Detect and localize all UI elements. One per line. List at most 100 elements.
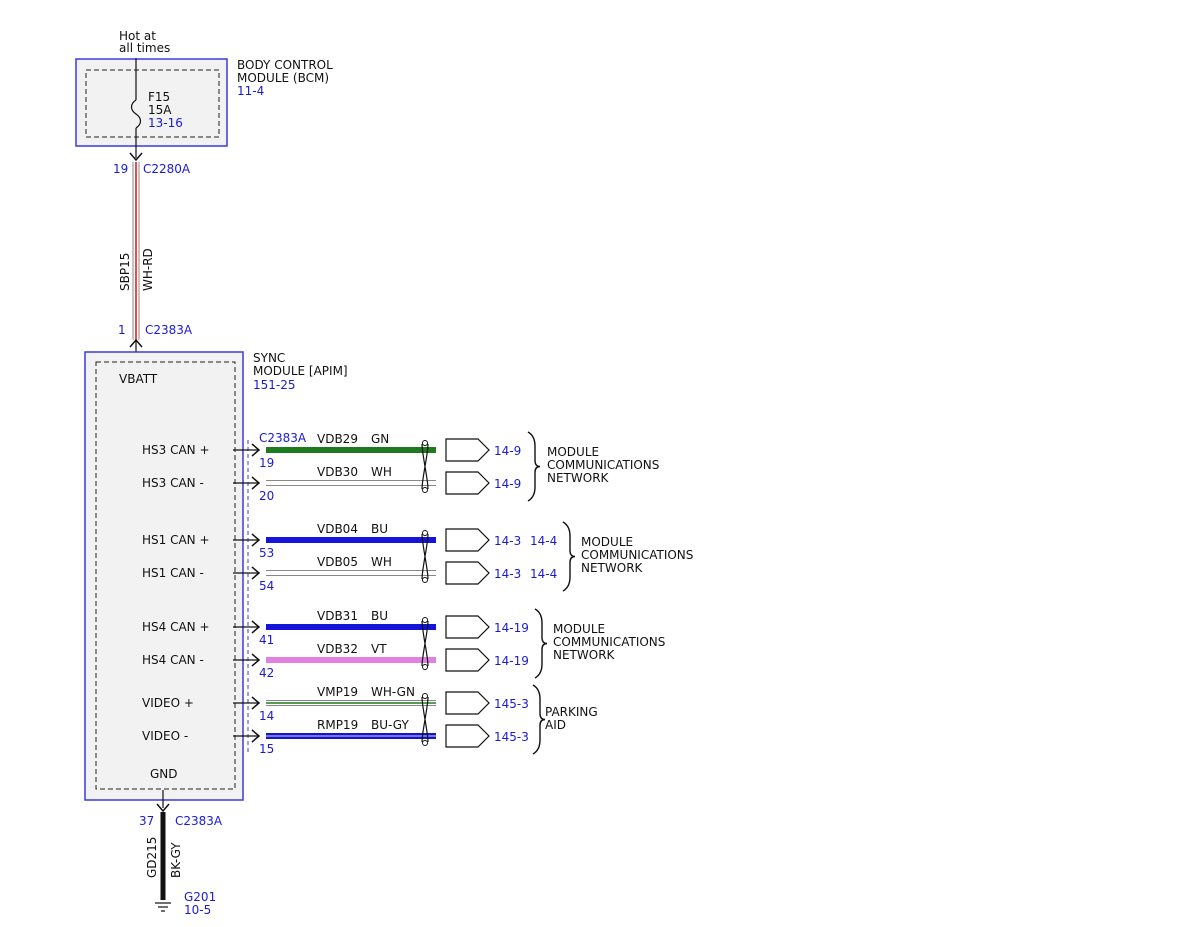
group-label-line2: COMMUNICATIONS — [581, 548, 693, 562]
page-ref-link[interactable]: 145-3 — [494, 697, 529, 711]
page-ref-link[interactable]: 14-9 — [494, 444, 521, 458]
twisted-pair-end — [422, 740, 428, 746]
bcm-title-line1: BODY CONTROL — [237, 58, 333, 72]
vbatt-label: VBATT — [119, 372, 158, 386]
twisted-pair-end — [422, 617, 428, 623]
group-label-line1: MODULE — [581, 535, 633, 549]
fuse-ref-link[interactable]: 13-16 — [148, 116, 183, 130]
connector-shape[interactable] — [445, 438, 490, 462]
pin-number: 54 — [259, 579, 274, 593]
page-ref-link[interactable]: 14-4 — [530, 567, 557, 581]
pin-number: 15 — [259, 742, 274, 756]
wire-color: GN — [371, 432, 389, 446]
group-label-line1: MODULE — [547, 445, 599, 459]
page-ref-link[interactable]: 14-19 — [494, 621, 529, 635]
signal-label: HS3 CAN - — [142, 476, 204, 490]
twisted-pair-end — [422, 487, 428, 493]
group-label-line3: NETWORK — [547, 471, 610, 485]
bcm-title-line2: MODULE (BCM) — [237, 71, 329, 85]
pin-number: 53 — [259, 546, 274, 560]
connector-shape[interactable] — [445, 724, 490, 748]
wire-color: BU — [371, 522, 388, 536]
group-label-line2: AID — [545, 718, 566, 732]
page-ref-link[interactable]: 14-4 — [530, 534, 557, 548]
wire-color: WH — [371, 465, 392, 479]
group-label-line1: PARKING — [545, 705, 598, 719]
group-label-line3: NETWORK — [581, 561, 644, 575]
fuse-name: F15 — [148, 90, 170, 104]
wire-color: BU-GY — [371, 718, 409, 732]
connector-shape[interactable] — [445, 471, 490, 495]
group-label-line1: MODULE — [553, 622, 605, 636]
pin-number: 14 — [259, 709, 274, 723]
wire-color: BU — [371, 609, 388, 623]
page-ref-link[interactable]: 14-9 — [494, 477, 521, 491]
wire-circuit: VDB05 — [317, 555, 358, 569]
vbatt-pin-number: 1 — [118, 323, 126, 337]
wire-circuit: VMP19 — [317, 685, 358, 699]
vbatt-connector-id[interactable]: C2383A — [145, 323, 193, 337]
group-label-line3: NETWORK — [553, 648, 616, 662]
bcm-connector-id[interactable]: C2280A — [143, 162, 191, 176]
page-ref-link[interactable]: 14-19 — [494, 654, 529, 668]
signal-label: HS4 CAN + — [142, 620, 210, 634]
connector-shape[interactable] — [445, 561, 490, 585]
wire-circuit: VDB32 — [317, 642, 358, 656]
connector-shape[interactable] — [445, 528, 490, 552]
gnd-wire-color: BK-GY — [169, 842, 183, 878]
pin-number: 20 — [259, 489, 274, 503]
pin-number: 41 — [259, 633, 274, 647]
wire-circuit: VDB30 — [317, 465, 358, 479]
signal-label: HS3 CAN + — [142, 443, 210, 457]
fuse-rating: 15A — [148, 103, 172, 117]
group-brace — [527, 431, 541, 502]
wire-circuit: RMP19 — [317, 718, 358, 732]
feed-wire-color: WH-RD — [141, 248, 155, 291]
signal-label: HS1 CAN + — [142, 533, 210, 547]
power-label-line2: all times — [119, 41, 170, 55]
pin-number: 19 — [259, 456, 274, 470]
signal-label: VIDEO + — [142, 696, 194, 710]
bcm-pin-number: 19 — [113, 162, 128, 176]
bcm-ref-link[interactable]: 11-4 — [237, 84, 264, 98]
group-label-line2: COMMUNICATIONS — [547, 458, 659, 472]
wire-circuit: VDB04 — [317, 522, 358, 536]
ground-location[interactable]: G201 — [184, 890, 216, 904]
destination-groups: MODULECOMMUNICATIONSNETWORKMODULECOMMUNI… — [527, 431, 693, 755]
connector-shape[interactable] — [445, 648, 490, 672]
group-label-line2: COMMUNICATIONS — [553, 635, 665, 649]
group-brace — [534, 608, 548, 679]
connector-shape[interactable] — [445, 615, 490, 639]
wire-color: WH-GN — [371, 685, 415, 699]
twisted-pair-end — [422, 664, 428, 670]
connector-shape[interactable] — [445, 691, 490, 715]
sync-title-line1: SYNC — [253, 351, 285, 365]
twisted-pair-end — [422, 530, 428, 536]
wire-circuit: VDB31 — [317, 609, 358, 623]
pin-number: 42 — [259, 666, 274, 680]
sync-title-line2: MODULE [APIM] — [253, 364, 348, 378]
ground-ref-link[interactable]: 10-5 — [184, 903, 211, 917]
twisted-pair-end — [422, 577, 428, 583]
page-ref-link[interactable]: 145-3 — [494, 730, 529, 744]
gnd-pin-number: 37 — [139, 814, 154, 828]
wire-color: VT — [371, 642, 387, 656]
wiring-diagram: Hot at all times BODY CONTROL MODULE (BC… — [75, 29, 693, 917]
group-brace — [562, 521, 576, 592]
page-ref-link[interactable]: 14-3 — [494, 567, 521, 581]
page-ref-link[interactable]: 14-3 — [494, 534, 521, 548]
feed-wire-circuit: SBP15 — [118, 253, 132, 291]
gnd-wire-circuit: GD215 — [145, 837, 159, 878]
gnd-label: GND — [150, 767, 178, 781]
twisted-pair-end — [422, 440, 428, 446]
signal-label: VIDEO - — [142, 729, 188, 743]
gnd-connector-id[interactable]: C2383A — [175, 814, 223, 828]
twisted-pair-end — [422, 693, 428, 699]
signal-label: HS4 CAN - — [142, 653, 204, 667]
wire-color: WH — [371, 555, 392, 569]
wire-circuit: VDB29 — [317, 432, 358, 446]
signal-label: HS1 CAN - — [142, 566, 204, 580]
sync-ref-link[interactable]: 151-25 — [253, 378, 296, 392]
group-brace — [532, 684, 546, 755]
signal-connector-id[interactable]: C2383A — [259, 431, 307, 445]
